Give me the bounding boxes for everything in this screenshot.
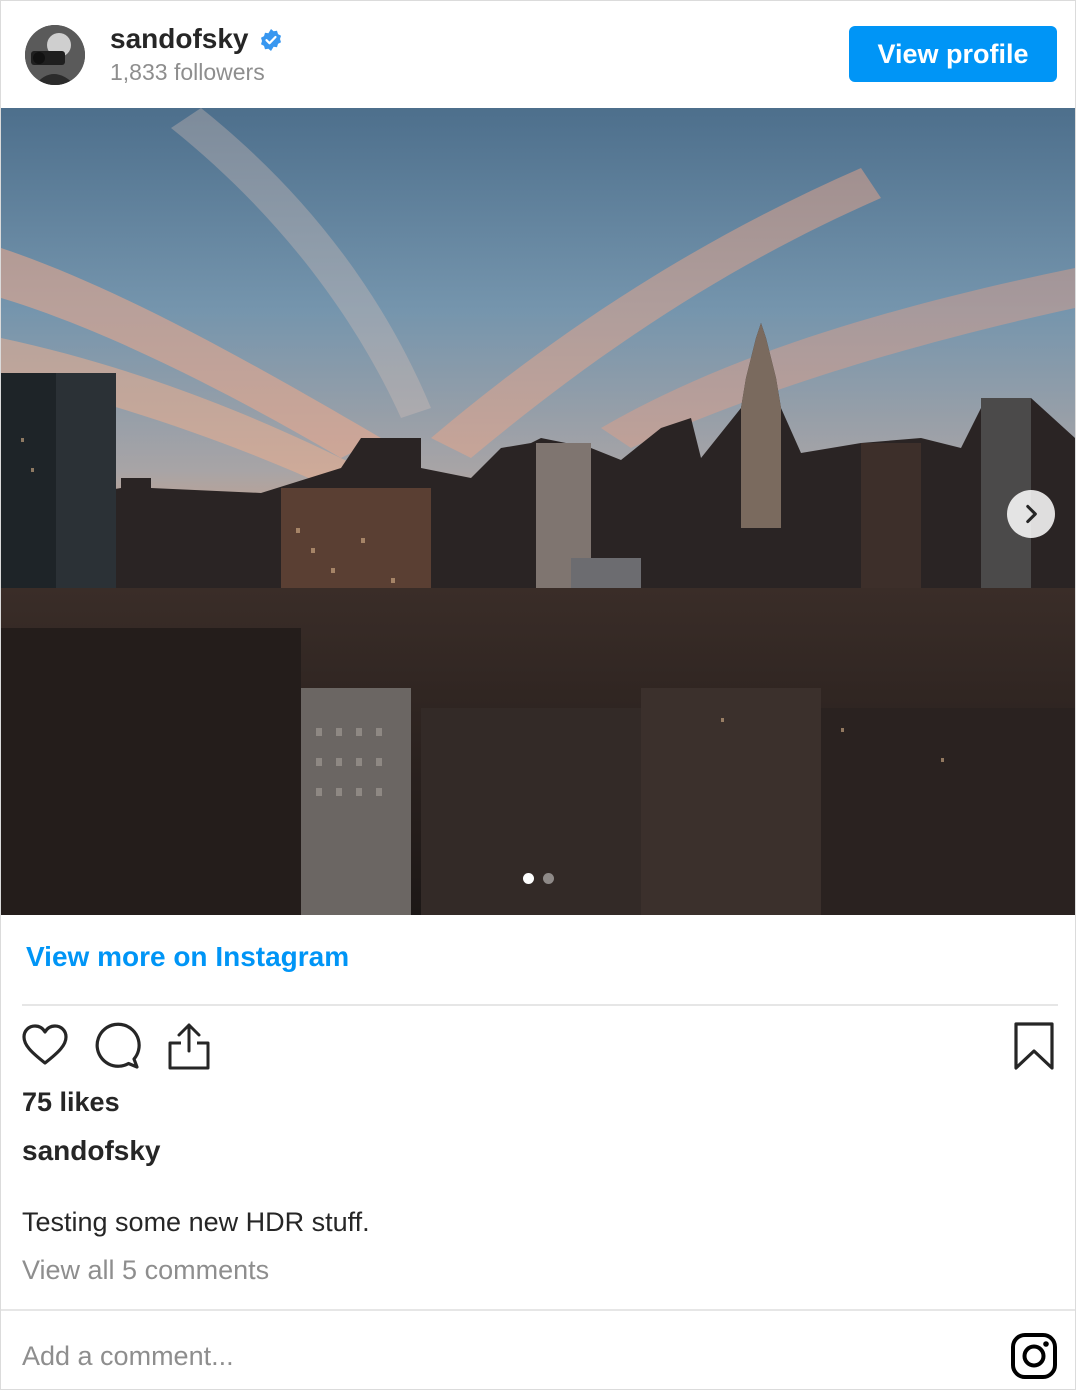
heart-icon[interactable] xyxy=(21,1021,69,1071)
comment-icon[interactable] xyxy=(93,1021,141,1071)
carousel-next-button[interactable] xyxy=(1007,490,1055,538)
follower-count: 1,833 followers xyxy=(110,59,265,85)
instagram-logo-icon[interactable] xyxy=(1010,1332,1058,1380)
action-bar xyxy=(21,1021,1057,1073)
city-skyline-photo xyxy=(1,108,1075,915)
view-profile-button[interactable]: View profile xyxy=(849,26,1057,82)
carousel-dot xyxy=(543,873,554,884)
caption-text: Testing some new HDR stuff. xyxy=(22,1207,370,1237)
verified-badge-icon xyxy=(259,27,283,51)
chevron-right-icon xyxy=(1026,504,1037,524)
carousel-dot-active xyxy=(523,873,534,884)
caption-username[interactable]: sandofsky xyxy=(22,1135,161,1167)
post-header: sandofsky 1,833 followers View profile xyxy=(1,1,1075,107)
username[interactable]: sandofsky xyxy=(110,23,283,55)
carousel-indicator xyxy=(523,873,554,884)
divider xyxy=(1,1309,1075,1311)
share-icon[interactable] xyxy=(165,1021,213,1071)
avatar[interactable] xyxy=(25,25,85,85)
add-comment-input[interactable] xyxy=(22,1334,922,1378)
username-text[interactable]: sandofsky xyxy=(110,23,249,55)
likes-count[interactable]: 75 likes xyxy=(22,1087,120,1118)
bookmark-icon[interactable] xyxy=(1010,1021,1058,1071)
view-more-link[interactable]: View more on Instagram xyxy=(26,941,349,973)
divider xyxy=(22,1004,1058,1006)
post-photo[interactable] xyxy=(1,108,1075,915)
instagram-embed-card: sandofsky 1,833 followers View profile V… xyxy=(0,0,1076,1390)
view-comments-link[interactable]: View all 5 comments xyxy=(22,1255,269,1286)
